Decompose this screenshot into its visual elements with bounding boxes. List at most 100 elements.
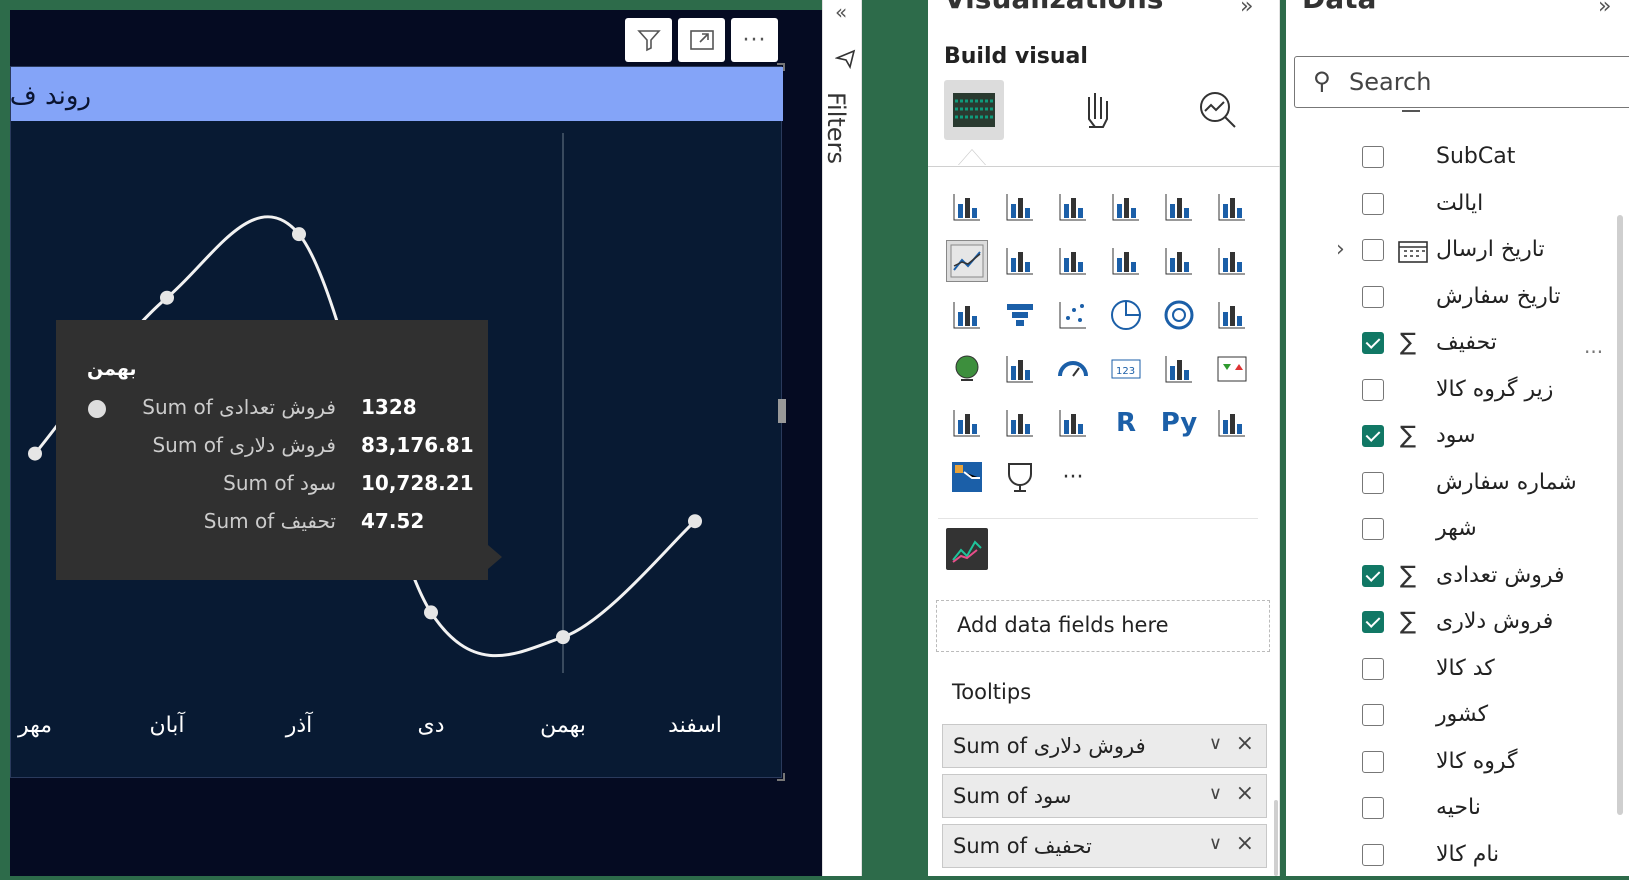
- pie-chart-icon[interactable]: [1105, 294, 1147, 336]
- key-influencers-icon[interactable]: [1211, 402, 1253, 444]
- resize-handle[interactable]: [777, 773, 785, 781]
- line-column-chart-icon[interactable]: [1105, 240, 1147, 282]
- data-field-row[interactable]: تاریخ سفارش: [1286, 276, 1629, 322]
- field-checkbox[interactable]: [1362, 332, 1384, 354]
- collapse-chevron-icon[interactable]: »: [1240, 0, 1253, 19]
- filter-funnel-icon[interactable]: [834, 48, 857, 76]
- data-field-row[interactable]: شماره سفارش: [1286, 462, 1629, 508]
- search-input[interactable]: ⚲ Search: [1294, 56, 1629, 108]
- field-checkbox[interactable]: [1362, 750, 1384, 773]
- data-field-row[interactable]: گروه کالا: [1286, 741, 1629, 787]
- table-icon[interactable]: [999, 402, 1041, 444]
- format-visual-tab[interactable]: [1068, 80, 1128, 140]
- donut-chart-icon[interactable]: [1158, 294, 1200, 336]
- chevron-down-icon[interactable]: ∨: [1209, 833, 1222, 854]
- line-chart-visual[interactable]: روند ف مهر آبان آذر دی بهمن اسفند بهمن Sum of…: [10, 63, 786, 781]
- multi-row-card-icon[interactable]: [1158, 348, 1200, 390]
- clustered-column-chart-icon[interactable]: [1105, 186, 1147, 228]
- kpi-icon[interactable]: [1211, 348, 1253, 390]
- data-pane-scrollbar[interactable]: [1617, 215, 1623, 815]
- report-canvas[interactable]: ··· روند ف مهر آبان آذر دی بهمن اسفند بهمن Su…: [10, 10, 822, 876]
- data-point[interactable]: [292, 227, 306, 242]
- gauge-icon[interactable]: [1052, 348, 1094, 390]
- custom-visual-icon[interactable]: [946, 528, 988, 570]
- data-point[interactable]: [160, 290, 174, 305]
- add-data-fields-well[interactable]: Add data fields here: [936, 600, 1270, 652]
- field-checkbox[interactable]: [1362, 146, 1384, 168]
- resize-handle[interactable]: [778, 399, 786, 423]
- field-checkbox[interactable]: [1362, 425, 1384, 447]
- stacked-bar-chart-icon[interactable]: [946, 186, 988, 228]
- field-checkbox[interactable]: [1362, 611, 1384, 633]
- collapse-chevron-icon[interactable]: »: [1598, 0, 1611, 19]
- field-checkbox[interactable]: [1362, 518, 1384, 540]
- data-point[interactable]: [424, 605, 438, 620]
- data-field-row[interactable]: SubCat: [1286, 136, 1629, 182]
- analytics-tab[interactable]: [1188, 80, 1248, 140]
- filter-icon[interactable]: [625, 18, 672, 62]
- data-point[interactable]: [556, 630, 570, 645]
- remove-field-icon[interactable]: ×: [1236, 731, 1254, 756]
- matrix-icon[interactable]: [1052, 402, 1094, 444]
- data-field-row[interactable]: ∑ فروش تعدادی: [1286, 555, 1629, 601]
- data-field-row[interactable]: ایالت: [1286, 183, 1629, 229]
- filters-label[interactable]: Filters: [822, 92, 850, 164]
- data-field-row[interactable]: نام کالا: [1286, 834, 1629, 880]
- 100-stacked-column-icon[interactable]: [1211, 186, 1253, 228]
- field-checkbox[interactable]: [1362, 843, 1384, 866]
- line-chart-icon[interactable]: [946, 240, 988, 282]
- clustered-bar-chart-icon[interactable]: [1052, 186, 1094, 228]
- data-field-row[interactable]: کد کالا: [1286, 648, 1629, 694]
- ribbon-chart-icon[interactable]: [1211, 240, 1253, 282]
- data-field-row[interactable]: کشور: [1286, 694, 1629, 740]
- waterfall-chart-icon[interactable]: [946, 294, 988, 336]
- field-checkbox[interactable]: [1362, 285, 1384, 308]
- data-field-row[interactable]: ∑ تحفیف: [1286, 322, 1629, 368]
- line-clustered-column-icon[interactable]: [1158, 240, 1200, 282]
- treemap-icon[interactable]: [1211, 294, 1253, 336]
- more-options-icon[interactable]: ···: [1584, 340, 1603, 364]
- scatter-chart-icon[interactable]: [1052, 294, 1094, 336]
- remove-field-icon[interactable]: ×: [1236, 831, 1254, 856]
- data-field-row[interactable]: شهر: [1286, 508, 1629, 554]
- field-checkbox[interactable]: [1362, 797, 1384, 819]
- stacked-column-chart-icon[interactable]: [999, 186, 1041, 228]
- chevron-down-icon[interactable]: ∨: [1209, 783, 1222, 804]
- area-chart-icon[interactable]: [999, 240, 1041, 282]
- card-icon[interactable]: 123: [1105, 348, 1147, 390]
- slicer-icon[interactable]: [946, 402, 988, 444]
- remove-field-icon[interactable]: ×: [1236, 781, 1254, 806]
- filled-map-icon[interactable]: [999, 348, 1041, 390]
- chevron-down-icon[interactable]: ∨: [1209, 733, 1222, 754]
- more-options-icon[interactable]: ···: [731, 18, 778, 62]
- collapse-table-icon[interactable]: [1402, 110, 1420, 112]
- focus-mode-icon[interactable]: [678, 18, 725, 62]
- decomposition-tree-icon[interactable]: [946, 456, 988, 498]
- field-checkbox[interactable]: [1362, 564, 1384, 587]
- tooltip-field-pill[interactable]: Sum of فروش دلاری ∨ ×: [942, 724, 1267, 768]
- more-visuals-icon[interactable]: ···: [1052, 456, 1094, 498]
- tooltip-field-pill[interactable]: Sum of تحفیف ∨ ×: [942, 824, 1267, 868]
- data-field-row[interactable]: ∑ فروش دلاری: [1286, 601, 1629, 647]
- field-checkbox[interactable]: [1362, 192, 1384, 215]
- resize-handle[interactable]: [777, 63, 785, 71]
- data-field-row[interactable]: ناحیه: [1286, 787, 1629, 833]
- filters-pane-collapsed[interactable]: « Filters: [822, 0, 862, 876]
- 100-stacked-bar-icon[interactable]: [1158, 186, 1200, 228]
- qa-icon[interactable]: [999, 456, 1041, 498]
- expand-chevron-icon[interactable]: «: [835, 0, 847, 24]
- field-checkbox[interactable]: [1362, 378, 1384, 401]
- map-icon[interactable]: [946, 348, 988, 390]
- data-point[interactable]: [688, 514, 702, 529]
- r-visual-icon[interactable]: R: [1105, 402, 1147, 444]
- data-field-row[interactable]: زیر گروه کالا: [1286, 369, 1629, 415]
- funnel-chart-icon[interactable]: [999, 294, 1041, 336]
- field-checkbox[interactable]: [1362, 471, 1384, 494]
- python-visual-icon[interactable]: Py: [1158, 402, 1200, 444]
- field-checkbox[interactable]: [1362, 704, 1384, 726]
- build-visual-tab[interactable]: [944, 80, 1004, 140]
- data-field-row[interactable]: › تاریخ ارسال: [1286, 229, 1629, 275]
- field-checkbox[interactable]: [1362, 657, 1384, 680]
- tooltip-field-pill[interactable]: Sum of سود ∨ ×: [942, 774, 1267, 818]
- data-field-row[interactable]: ∑ سود: [1286, 415, 1629, 461]
